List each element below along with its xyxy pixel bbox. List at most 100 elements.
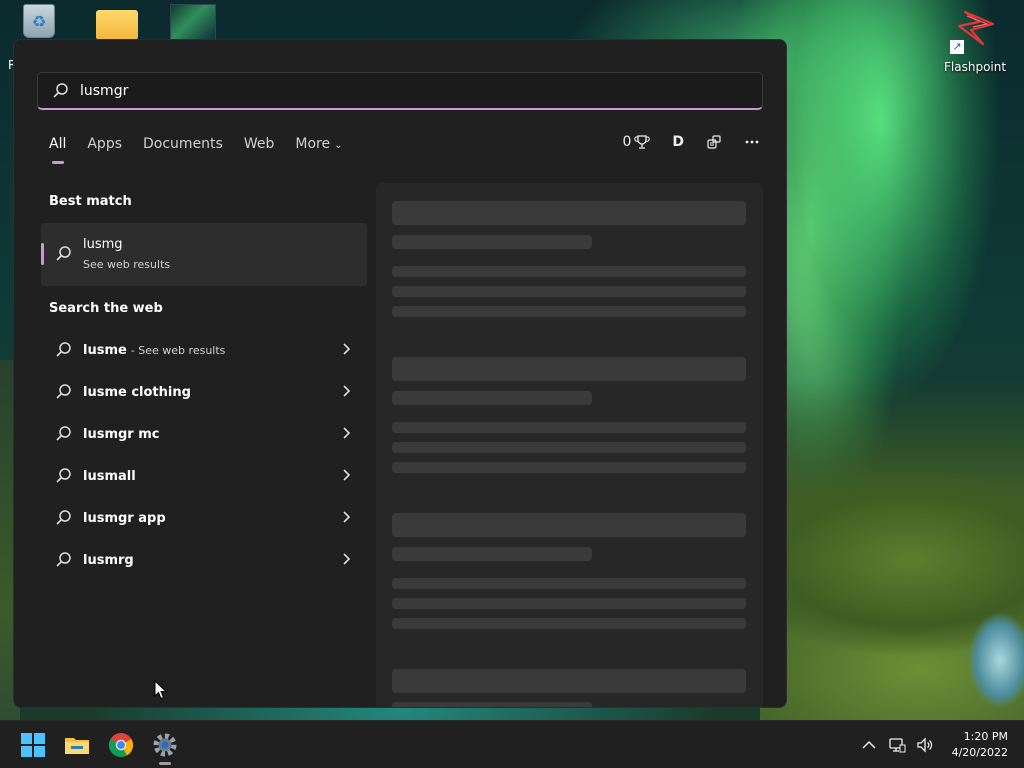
- image-desktop-icon[interactable]: [170, 4, 216, 40]
- web-suggestion-item[interactable]: lusmgr mc: [41, 413, 367, 455]
- skeleton-bar: [392, 598, 746, 609]
- best-match-heading: Best match: [49, 194, 132, 209]
- web-suggestion-label: lusmgr app: [83, 510, 166, 526]
- chevron-up-icon: [862, 740, 876, 749]
- mouse-cursor-icon: [154, 680, 168, 700]
- clock-button[interactable]: 1:20 PM 4/20/2022: [952, 729, 1008, 761]
- chrome-taskbar-button[interactable]: [107, 731, 135, 759]
- tab-all[interactable]: All: [49, 136, 66, 164]
- clock-time: 1:20 PM: [963, 730, 1008, 743]
- best-match-title: lusmg: [83, 237, 123, 252]
- web-suggestion-item[interactable]: lusme clothing: [41, 371, 367, 413]
- speaker-icon: [916, 737, 932, 753]
- chrome-icon: [108, 733, 134, 758]
- skeleton-bar: [392, 235, 592, 249]
- search-icon: [56, 468, 71, 483]
- skeleton-bar: [392, 391, 592, 405]
- taskbar: 1:20 PM 4/20/2022: [0, 720, 1024, 768]
- web-suggestion-label: lusmgr mc: [83, 426, 160, 442]
- tab-apps[interactable]: Apps: [87, 136, 122, 164]
- skeleton-bar: [392, 442, 746, 453]
- skeleton-bar: [392, 547, 592, 561]
- shortcut-arrow-icon: ↗: [950, 40, 964, 54]
- search-the-web-heading: Search the web: [49, 301, 163, 316]
- rewards-points-count: 0: [622, 134, 632, 150]
- clock-date: 4/20/2022: [951, 746, 1008, 759]
- tab-more[interactable]: More ⌄: [295, 136, 342, 164]
- folder-icon: [96, 10, 138, 40]
- chevron-right-icon: [343, 385, 351, 397]
- preview-pane-loading: [376, 183, 763, 707]
- skeleton-bar: [392, 357, 746, 381]
- file-explorer-taskbar-button[interactable]: [63, 731, 91, 759]
- flashpoint-label: Flashpoint: [944, 60, 1007, 74]
- recycle-bin-icon: ♻: [23, 4, 55, 38]
- recycle-bin-desktop-icon[interactable]: ♻: [20, 4, 58, 40]
- chevron-down-icon: ⌄: [334, 140, 343, 151]
- skeleton-bar: [392, 513, 746, 537]
- web-suggestion-item[interactable]: lusmall: [41, 455, 367, 497]
- web-suggestion-suffix: - See web results: [130, 343, 226, 357]
- skeleton-bar: [392, 462, 746, 473]
- skeleton-bar: [392, 266, 746, 277]
- account-avatar[interactable]: D: [672, 134, 684, 150]
- connected-devices-button[interactable]: [706, 134, 722, 150]
- folder-desktop-icon[interactable]: [96, 10, 138, 40]
- image-thumbnail-icon: [170, 4, 216, 40]
- web-suggestion-label: lusmall: [83, 468, 136, 484]
- search-box[interactable]: [37, 72, 763, 110]
- trophy-icon: [634, 135, 651, 149]
- best-match-result[interactable]: lusmg See web results: [41, 223, 367, 286]
- search-icon: [56, 342, 71, 357]
- chevron-right-icon: [343, 469, 351, 481]
- network-button[interactable]: [888, 736, 906, 754]
- tab-documents[interactable]: Documents: [143, 136, 223, 164]
- search-icon: [53, 82, 68, 98]
- volume-button[interactable]: [916, 736, 934, 754]
- search-icon: [56, 510, 71, 525]
- chevron-right-icon: [343, 553, 351, 565]
- network-icon: [888, 738, 906, 753]
- skeleton-bar: [392, 669, 746, 693]
- web-suggestion-label: lusme clothing: [83, 384, 191, 400]
- skeleton-bar: [392, 306, 746, 317]
- search-panel: All Apps Documents Web More⌄ 0 D: [13, 39, 787, 708]
- running-indicator: [159, 762, 171, 765]
- web-suggestion-label: lusme: [83, 342, 127, 358]
- web-suggestion-item[interactable]: lusmgr app: [41, 497, 367, 539]
- ellipsis-icon: [745, 140, 759, 144]
- search-icon: [56, 552, 71, 567]
- flashpoint-logo-icon: ↗: [944, 10, 1006, 54]
- search-icon: [56, 246, 71, 261]
- flashpoint-desktop-icon[interactable]: ↗ Flashpoint: [944, 10, 1006, 74]
- windows-logo-icon: [21, 733, 45, 757]
- rewards-points-button[interactable]: 0: [622, 134, 651, 150]
- gear-icon: [153, 733, 177, 757]
- search-icon: [56, 426, 71, 441]
- chevron-right-icon: [343, 343, 351, 355]
- more-options-button[interactable]: [744, 134, 760, 150]
- skeleton-bar: [392, 201, 746, 225]
- settings-taskbar-button[interactable]: [151, 731, 179, 765]
- system-tray: 1:20 PM 4/20/2022: [850, 721, 1008, 768]
- show-hidden-icons-button[interactable]: [860, 736, 878, 754]
- folder-icon: [65, 738, 89, 754]
- skeleton-bar: [392, 578, 746, 589]
- start-button[interactable]: [19, 731, 47, 759]
- devices-icon: [707, 135, 721, 149]
- skeleton-bar: [392, 286, 746, 297]
- web-suggestion-item[interactable]: lusmrg: [41, 539, 367, 581]
- search-input[interactable]: [80, 82, 680, 99]
- web-suggestions-list: lusme - See web results lusme clothing l…: [41, 329, 367, 581]
- web-suggestion-label: lusmrg: [83, 552, 134, 568]
- chevron-right-icon: [343, 427, 351, 439]
- search-toolbar: 0 D: [600, 134, 760, 150]
- web-suggestion-item[interactable]: lusme - See web results: [41, 329, 367, 371]
- search-icon: [56, 384, 71, 399]
- tab-web[interactable]: Web: [244, 136, 275, 164]
- skeleton-bar: [392, 422, 746, 433]
- skeleton-bar: [392, 702, 592, 707]
- chevron-right-icon: [343, 511, 351, 523]
- best-match-subtitle: See web results: [83, 258, 171, 271]
- river: [960, 600, 1024, 720]
